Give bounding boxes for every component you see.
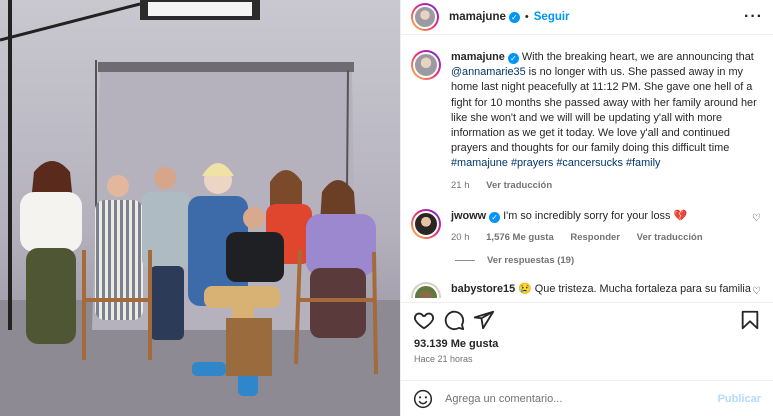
view-replies-button[interactable]: Ver respuestas (19) [401,243,773,266]
caption-translate-button[interactable]: Ver traducción [486,180,552,191]
posted-time[interactable]: Hace 21 horas [414,354,473,364]
comment-time[interactable]: 20 h [451,232,470,243]
comment-composer: Publicar [401,380,773,416]
view-replies-label: Ver respuestas (19) [487,254,575,266]
verified-badge-icon: ✓ [507,53,519,64]
verified-badge-icon: ✓ [489,211,501,223]
comments-scroll-area[interactable]: mamajune ✓ With the breaking heart, we ar… [401,36,773,298]
author-username[interactable]: mamajune [449,11,506,23]
heart-icon[interactable] [413,309,435,331]
commenter-username[interactable]: babystore15 [451,283,515,295]
caption-username[interactable]: mamajune [451,51,505,63]
small-heart-icon[interactable]: ♡ [752,282,761,298]
follow-button[interactable]: Seguir [534,11,570,23]
commenter-avatar[interactable] [411,281,441,298]
instagram-post-modal: mamajune ✓ • Seguir ··· mamajune ✓ With t… [0,0,773,416]
emoji-icon[interactable] [413,389,433,409]
hashtag-link[interactable]: #prayers [511,157,553,169]
post-header: mamajune ✓ • Seguir ··· [401,0,773,35]
caption-text-part2: is no longer with us. She passed away in… [451,66,757,155]
mention-link[interactable]: @annamarie35 [451,66,526,78]
comment-text: jwoww ✓ I'm so incredibly sorry for your … [451,209,752,224]
caption-avatar[interactable] [411,50,441,80]
commenter-avatar[interactable] [411,208,441,239]
like-count[interactable]: 93.139 Me gusta [414,338,498,350]
hashtag-link[interactable]: #mamajune [451,157,508,169]
caption-time[interactable]: 21 h [451,180,470,191]
small-heart-icon[interactable]: ♡ [752,209,761,243]
comment-row: jwoww ✓ I'm so incredibly sorry for your … [401,191,773,243]
action-bar [401,302,773,336]
comment-text: babystore15 😢 Que tristeza. Mucha fortal… [451,282,752,298]
post-comment-button[interactable]: Publicar [718,393,761,405]
separator: • [524,11,529,23]
bookmark-icon[interactable] [739,309,761,331]
share-icon[interactable] [473,309,495,331]
caption-text-part1: With the breaking heart, we are announci… [521,51,754,63]
comment-likes[interactable]: 1,576 Me gusta [486,232,554,243]
comment-input[interactable] [445,392,718,405]
more-options-icon[interactable]: ··· [744,8,763,26]
author-avatar[interactable] [411,3,439,31]
hashtag-link[interactable]: #family [626,157,661,169]
comment-row: babystore15 😢 Que tristeza. Mucha fortal… [401,266,773,298]
caption-row: mamajune ✓ With the breaking heart, we ar… [401,36,773,191]
post-sidebar: mamajune ✓ • Seguir ··· mamajune ✓ With t… [400,0,773,416]
hashtag-link[interactable]: #cancersucks [556,157,623,169]
comment-body: I'm so incredibly sorry for your loss 💔 [503,209,688,222]
caption-meta: 21 h Ver traducción [451,180,761,191]
post-photo[interactable] [0,0,400,416]
verified-badge-icon: ✓ [508,11,520,23]
comment-translate-button[interactable]: Ver traducción [637,232,703,243]
family-photo-illustration [0,0,400,416]
comment-meta: 20 h 1,576 Me gusta Responder Ver traduc… [451,232,752,243]
commenter-username[interactable]: jwoww [451,210,486,222]
comment-icon[interactable] [443,309,465,331]
caption-text: mamajune ✓ With the breaking heart, we ar… [451,50,761,172]
reply-button[interactable]: Responder [570,232,620,243]
replies-divider [455,259,475,261]
